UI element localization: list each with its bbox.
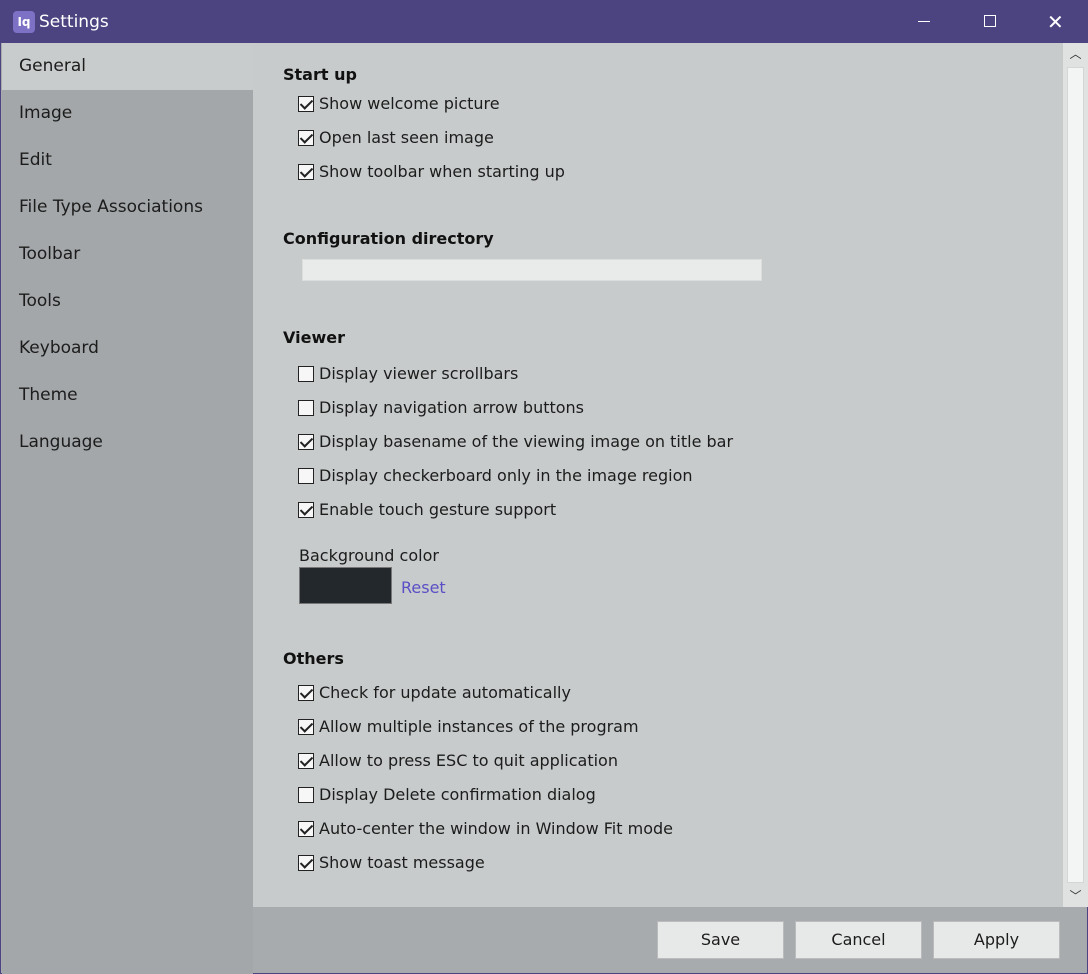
sidebar-item-image[interactable]: Image [2, 90, 253, 137]
sidebar-item-language[interactable]: Language [2, 419, 253, 466]
sidebar-item-label: General [19, 56, 86, 76]
sidebar-item-label: Image [19, 103, 73, 123]
app-icon: Iq [13, 11, 35, 33]
checkbox-label: Display Delete confirmation dialog [319, 785, 596, 804]
window-title: Settings [39, 12, 109, 32]
title-bar[interactable]: Iq Settings ✕ [1, 1, 1088, 43]
sidebar-item-tools[interactable]: Tools [2, 278, 253, 325]
checkbox-box [298, 366, 314, 382]
checkbox-box [298, 821, 314, 837]
checkbox-box [298, 468, 314, 484]
sidebar-item-label: Language [19, 432, 103, 452]
checkbox-box [298, 685, 314, 701]
viewer-section-title: Viewer [283, 328, 345, 347]
checkbox-box [298, 502, 314, 518]
sidebar-item-label: Edit [19, 150, 52, 170]
checkbox-label: Allow multiple instances of the program [319, 717, 639, 736]
checkbox-label: Display viewer scrollbars [319, 364, 519, 383]
scroll-down-icon[interactable]: ﹀ [1063, 885, 1088, 907]
checkbox-box [298, 434, 314, 450]
sidebar-item-edit[interactable]: Edit [2, 137, 253, 184]
scroll-thumb[interactable] [1067, 67, 1084, 883]
checkbox-label: Check for update automatically [319, 683, 571, 702]
checkbox-label: Display checkerboard only in the image r… [319, 466, 693, 485]
scroll-up-icon[interactable]: ︿ [1063, 43, 1088, 65]
sidebar-item-general[interactable]: General [2, 43, 253, 90]
sidebar-item-toolbar[interactable]: Toolbar [2, 231, 253, 278]
apply-button[interactable]: Apply [933, 921, 1060, 959]
settings-sidebar: General Image Edit File Type Association… [2, 43, 253, 974]
checkbox-label: Show toast message [319, 853, 485, 872]
sidebar-item-file-type-associations[interactable]: File Type Associations [2, 184, 253, 231]
configuration-directory-title: Configuration directory [283, 229, 494, 248]
checkbox-box [298, 855, 314, 871]
checkbox-box [298, 719, 314, 735]
checkbox-box [298, 753, 314, 769]
sidebar-item-label: Keyboard [19, 338, 99, 358]
checkbox-label: Allow to press ESC to quit application [319, 751, 618, 770]
close-button[interactable]: ✕ [1023, 1, 1088, 43]
background-color-label: Background color [299, 546, 439, 565]
sidebar-item-theme[interactable]: Theme [2, 372, 253, 419]
startup-section-title: Start up [283, 65, 357, 84]
general-settings-panel: Start up Show welcome picture Open last … [253, 43, 1063, 907]
sidebar-item-label: File Type Associations [19, 197, 203, 217]
checkbox-label: Show toolbar when starting up [319, 162, 565, 181]
others-section-title: Others [283, 649, 344, 668]
checkbox-box [298, 130, 314, 146]
background-color-swatch[interactable] [299, 567, 392, 604]
checkbox-label: Auto-center the window in Window Fit mod… [319, 819, 673, 838]
checkbox-label: Display navigation arrow buttons [319, 398, 585, 417]
maximize-button[interactable] [957, 1, 1023, 43]
checkbox-label: Enable touch gesture support [319, 500, 557, 519]
content-scrollbar[interactable]: ︿ ﹀ [1063, 43, 1088, 907]
maximize-icon [984, 15, 996, 27]
checkbox-box [298, 400, 314, 416]
reset-background-color-link[interactable]: Reset [401, 577, 446, 599]
close-icon: ✕ [1047, 10, 1064, 34]
cancel-button[interactable]: Cancel [795, 921, 922, 959]
sidebar-item-keyboard[interactable]: Keyboard [2, 325, 253, 372]
checkbox-box [298, 164, 314, 180]
checkbox-label: Display basename of the viewing image on… [319, 432, 734, 451]
settings-window: Iq Settings ✕ General Image Edit File Ty… [0, 0, 1088, 974]
sidebar-item-label: Theme [19, 385, 78, 405]
checkbox-label: Open last seen image [319, 128, 494, 147]
sidebar-item-label: Tools [19, 291, 61, 311]
checkbox-box [298, 787, 314, 803]
checkbox-label: Show welcome picture [319, 94, 500, 113]
minimize-button[interactable] [891, 1, 957, 43]
minimize-icon [918, 21, 930, 22]
sidebar-item-label: Toolbar [19, 244, 81, 264]
configuration-directory-field[interactable] [302, 259, 762, 281]
checkbox-box [298, 96, 314, 112]
save-button[interactable]: Save [657, 921, 784, 959]
